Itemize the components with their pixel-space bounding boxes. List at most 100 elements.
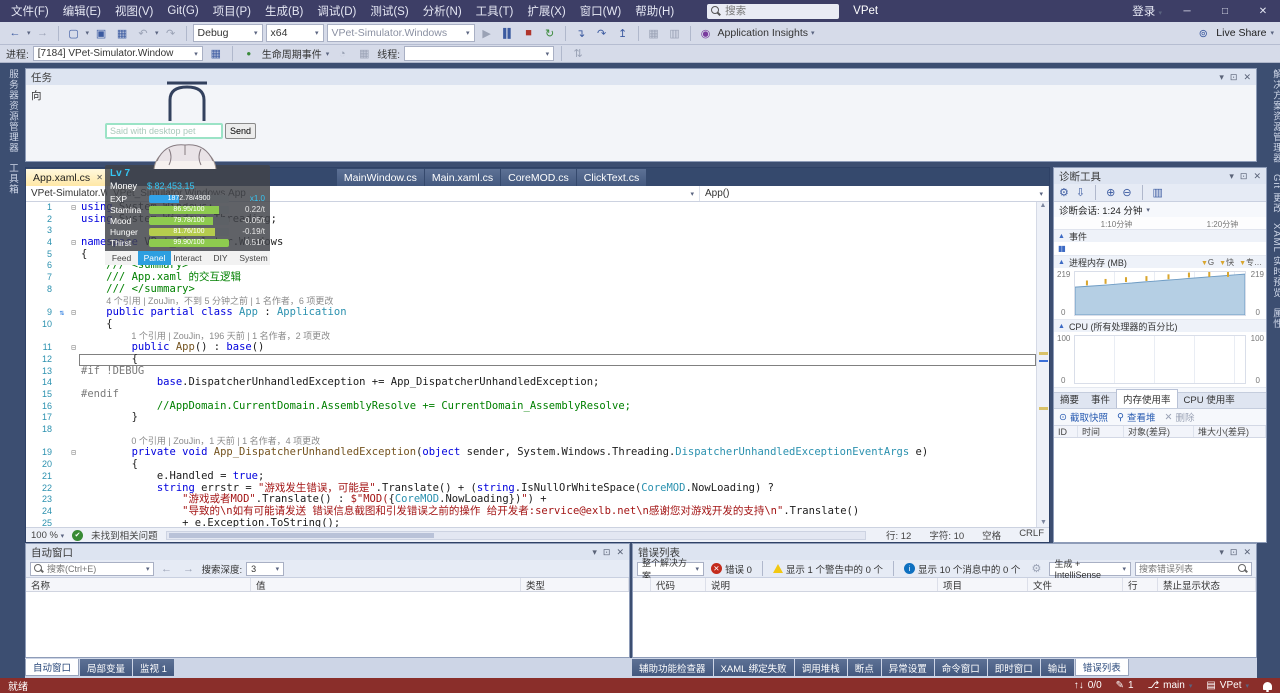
fold-icon[interactable]: ⊟ <box>68 447 79 459</box>
code-text[interactable]: public partial class App : Application <box>79 307 1036 319</box>
pin-icon[interactable]: ⊡ <box>603 547 611 558</box>
diagnostics-tab[interactable]: CPU 使用率 <box>1178 390 1241 408</box>
minimize-button[interactable]: ─ <box>1174 6 1200 17</box>
error-column-header[interactable]: 行 <box>1123 578 1158 591</box>
bottom-tab[interactable]: XAML 绑定失败 <box>714 659 794 676</box>
pet-say-input[interactable] <box>105 123 223 139</box>
pin-icon[interactable]: ⊡ <box>1240 171 1248 182</box>
pet-tab-system[interactable]: System <box>237 251 270 265</box>
cpu-section-header[interactable]: ▲CPU (所有处理器的百分比) <box>1054 320 1266 332</box>
window-position-icon[interactable]: ▾ <box>592 547 597 558</box>
navigate-back-button[interactable]: ← <box>6 24 24 42</box>
events-section-header[interactable]: ▲事件 <box>1054 230 1266 242</box>
chart-icon[interactable]: ▥ <box>1153 186 1163 199</box>
status-repo[interactable]: ▤VPet▾ <box>1206 680 1249 691</box>
autohide-tab[interactable]: Git 更改 <box>1269 174 1280 214</box>
menu-item[interactable]: 分析(N) <box>416 0 469 22</box>
thread-combo[interactable]: ▾ <box>404 46 554 61</box>
memory-layout-button[interactable]: ▦ <box>355 46 373 61</box>
editor-vertical-scrollbar[interactable]: ▲ ▼ <box>1036 202 1049 527</box>
close-icon[interactable]: ✕ <box>616 547 624 558</box>
undo-button[interactable]: ↶ <box>134 24 152 42</box>
查看堆-action[interactable]: ⚲查看堆 <box>1117 410 1155 424</box>
scroll-down-icon[interactable]: ▼ <box>1040 519 1047 526</box>
redo-button[interactable]: ↷ <box>162 24 180 42</box>
status-branch[interactable]: ⎇main▾ <box>1148 680 1193 691</box>
search-depth-combo[interactable]: 3▾ <box>246 562 284 576</box>
app-insights-button[interactable]: Application Insights <box>718 27 808 39</box>
autos-content[interactable] <box>26 592 629 657</box>
solution-config-combo[interactable]: Debug▾ <box>193 24 263 42</box>
document-health-icon[interactable]: ✔ <box>72 530 83 541</box>
bottom-tab[interactable]: 输出 <box>1041 659 1074 676</box>
error-search-box[interactable] <box>1135 562 1252 576</box>
bottom-tab[interactable]: 局部变量 <box>80 659 132 676</box>
gear-icon[interactable]: ⚙ <box>1059 186 1069 199</box>
autohide-tab[interactable]: XAML 实时预览 <box>1269 223 1280 298</box>
process-combo[interactable]: [7184] VPet-Simulator.Window▾ <box>33 46 203 61</box>
error-column-header[interactable]: 项目 <box>938 578 1028 591</box>
pet-send-button[interactable]: Send <box>225 123 256 139</box>
step-over-button[interactable]: ↷ <box>593 24 611 42</box>
snapshot-column-header[interactable]: ID <box>1054 426 1078 437</box>
stop-debug-button[interactable]: ■ <box>520 24 538 42</box>
close-icon[interactable]: ✕ <box>1243 72 1251 83</box>
autos-column-header[interactable]: 值 <box>251 578 521 591</box>
status-pencil[interactable]: ✎1 <box>1116 680 1134 691</box>
bottom-tab[interactable]: 错误列表 <box>1075 659 1129 676</box>
timeline-ruler[interactable]: 1:10分钟 1:20分钟 <box>1054 217 1266 230</box>
editor-tab[interactable]: App.xaml.cs✕ <box>26 169 110 186</box>
menu-item[interactable]: 扩展(X) <box>520 0 572 22</box>
window-position-icon[interactable]: ▾ <box>1219 547 1224 558</box>
bottom-tab[interactable]: 命令窗口 <box>935 659 987 676</box>
fold-icon[interactable]: ⊟ <box>68 237 79 249</box>
close-button[interactable]: ✕ <box>1250 6 1276 17</box>
messages-filter-button[interactable]: i显示 10 个消息中的 0 个 <box>901 562 1023 576</box>
fold-icon[interactable]: ⊟ <box>68 342 79 354</box>
errors-filter-button[interactable]: ✕错误 0 <box>708 562 755 576</box>
snapshot-column-header[interactable]: 堆大小(差异) <box>1194 426 1266 437</box>
snapshot-column-header[interactable]: 对象(差异) <box>1124 426 1194 437</box>
menu-item[interactable]: 工具(T) <box>469 0 521 22</box>
error-column-header[interactable]: 代码 <box>651 578 706 591</box>
vpet-overlay[interactable]: Send Lv 7 Money $ 82,453.15 EXP1872.78/4… <box>105 80 270 265</box>
pet-character[interactable] <box>139 139 270 165</box>
autos-search-box[interactable]: ▾ <box>30 562 154 576</box>
autos-titlebar[interactable]: 自动窗口 ▾ ⊡ ✕ <box>26 544 629 560</box>
bottom-tab[interactable]: 异常设置 <box>882 659 934 676</box>
删除-action[interactable]: ✕删除 <box>1164 410 1194 424</box>
warnings-filter-button[interactable]: 显示 1 个警告中的 0 个 <box>770 562 886 576</box>
code-text[interactable]: /// App.xaml 的交互逻辑 <box>79 272 1036 284</box>
navigate-forward-button[interactable]: → <box>34 24 52 42</box>
status-bell[interactable] <box>1263 682 1272 690</box>
editor-tab[interactable]: MainWindow.cs <box>337 169 424 186</box>
error-column-header[interactable]: 禁止显示状态 <box>1158 578 1256 591</box>
save-button[interactable]: ▣ <box>92 24 110 42</box>
editor-tab[interactable]: CoreMOD.cs <box>501 169 576 186</box>
restart-debug-button[interactable]: ↻ <box>541 24 559 42</box>
pet-tab-panel[interactable]: Panel <box>138 251 171 265</box>
fold-icon[interactable]: ⊟ <box>68 202 79 214</box>
menu-item[interactable]: 窗口(W) <box>573 0 629 22</box>
autos-column-header[interactable]: 名称 <box>26 578 251 591</box>
code-text[interactable]: { <box>79 319 1036 331</box>
menu-item[interactable]: 文件(F) <box>4 0 56 22</box>
window-position-icon[interactable]: ▾ <box>1219 72 1224 83</box>
startup-project-combo[interactable]: VPet-Simulator.Windows▾ <box>327 24 475 42</box>
close-icon[interactable]: ✕ <box>96 173 103 182</box>
maximize-button[interactable]: □ <box>1212 6 1238 17</box>
diagnostics-tab[interactable]: 事件 <box>1085 390 1116 408</box>
window-position-icon[interactable]: ▾ <box>1229 171 1234 182</box>
menu-item[interactable]: 项目(P) <box>206 0 258 22</box>
editor-tab[interactable]: Main.xaml.cs <box>425 169 500 186</box>
bottom-tab[interactable]: 断点 <box>848 659 881 676</box>
pet-tab-feed[interactable]: Feed <box>105 251 138 265</box>
step-into-button[interactable]: ↴ <box>572 24 590 42</box>
cpu-chart[interactable]: 100 0 100 0 <box>1054 332 1266 388</box>
pet-tab-diy[interactable]: DIY <box>204 251 237 265</box>
code-text[interactable]: } <box>79 412 1036 424</box>
stack-frame-button[interactable]: ⇅ <box>569 46 587 61</box>
eol-indicator[interactable]: CRLF <box>1019 528 1044 542</box>
save-all-button[interactable]: ▦ <box>113 24 131 42</box>
diagnostics-tab[interactable]: 内存使用率 <box>1116 389 1178 408</box>
